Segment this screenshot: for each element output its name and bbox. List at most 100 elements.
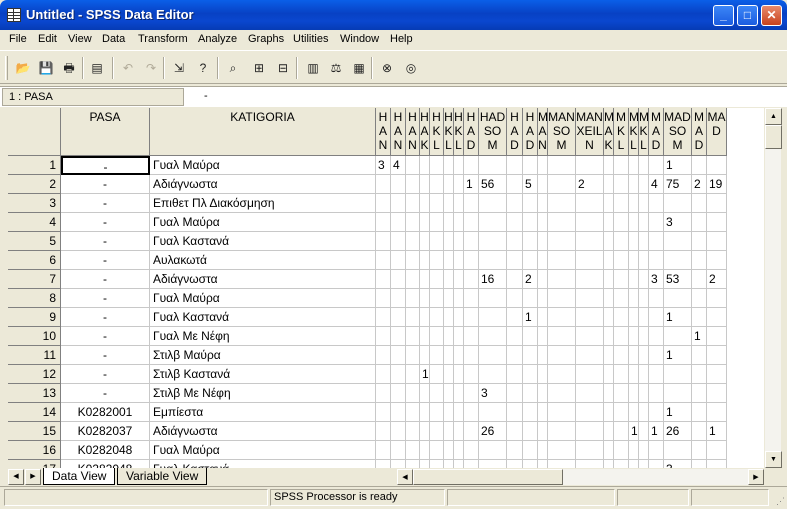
data-cell[interactable] — [614, 156, 629, 175]
data-cell[interactable] — [614, 403, 629, 422]
row-header[interactable]: 15 — [8, 422, 61, 441]
data-cell[interactable] — [538, 327, 548, 346]
data-cell[interactable] — [639, 460, 649, 468]
data-cell[interactable]: Γυαλ Καστανά — [150, 460, 376, 468]
data-cell[interactable] — [444, 403, 454, 422]
data-cell[interactable] — [707, 308, 727, 327]
data-cell[interactable]: K0282001 — [61, 403, 150, 422]
data-cell[interactable] — [406, 346, 420, 365]
data-cell[interactable] — [406, 156, 420, 175]
data-cell[interactable]: 1 — [664, 346, 692, 365]
data-cell[interactable] — [707, 403, 727, 422]
data-cell[interactable] — [707, 251, 727, 270]
data-cell[interactable] — [454, 422, 464, 441]
data-cell[interactable] — [604, 460, 614, 468]
data-cell[interactable] — [391, 327, 406, 346]
data-cell[interactable] — [454, 156, 464, 175]
horizontal-scroll-thumb[interactable] — [413, 469, 563, 485]
data-cell[interactable] — [538, 422, 548, 441]
data-cell[interactable] — [538, 232, 548, 251]
data-cell[interactable] — [391, 213, 406, 232]
data-cell[interactable] — [507, 441, 523, 460]
data-cell[interactable] — [538, 289, 548, 308]
data-cell[interactable] — [523, 365, 538, 384]
data-cell[interactable] — [639, 270, 649, 289]
data-cell[interactable] — [707, 156, 727, 175]
data-cell[interactable] — [576, 403, 604, 422]
data-cell[interactable] — [604, 365, 614, 384]
data-cell[interactable] — [639, 384, 649, 403]
data-cell[interactable]: 1 — [664, 156, 692, 175]
data-cell[interactable] — [614, 308, 629, 327]
data-cell[interactable] — [639, 422, 649, 441]
data-cell[interactable] — [430, 270, 444, 289]
data-cell[interactable]: 1 — [523, 308, 538, 327]
data-cell[interactable] — [454, 384, 464, 403]
data-cell[interactable] — [406, 213, 420, 232]
goto-chart-icon[interactable]: ⇲ — [168, 57, 190, 79]
data-cell[interactable]: - — [61, 270, 150, 289]
data-cell[interactable]: Γυαλ Μαύρα — [150, 289, 376, 308]
data-cell[interactable] — [576, 327, 604, 346]
data-cell[interactable] — [614, 213, 629, 232]
horizontal-scrollbar[interactable]: ◀ ▶ — [397, 469, 764, 485]
data-cell[interactable]: 4 — [391, 156, 406, 175]
data-cell[interactable] — [707, 232, 727, 251]
vertical-scroll-thumb[interactable] — [765, 125, 782, 149]
data-cell[interactable] — [507, 194, 523, 213]
data-cell[interactable] — [454, 308, 464, 327]
data-cell[interactable] — [629, 194, 639, 213]
data-cell[interactable] — [454, 441, 464, 460]
data-cell[interactable] — [376, 270, 391, 289]
data-cell[interactable] — [420, 156, 430, 175]
data-cell[interactable]: 53 — [664, 270, 692, 289]
data-cell[interactable] — [430, 327, 444, 346]
data-cell[interactable] — [507, 403, 523, 422]
data-cell[interactable] — [406, 384, 420, 403]
menu-view[interactable]: View — [68, 32, 92, 47]
data-cell[interactable] — [649, 232, 664, 251]
data-cell[interactable] — [507, 289, 523, 308]
data-cell[interactable] — [391, 365, 406, 384]
data-cell[interactable]: 1 — [707, 422, 727, 441]
data-cell[interactable] — [604, 308, 614, 327]
tab-last-icon[interactable]: ▶ — [25, 469, 41, 485]
data-cell[interactable] — [507, 213, 523, 232]
data-cell[interactable] — [454, 346, 464, 365]
data-cell[interactable] — [604, 289, 614, 308]
scroll-left-icon[interactable]: ◀ — [397, 469, 413, 485]
data-cell[interactable] — [420, 251, 430, 270]
data-cell[interactable] — [692, 460, 707, 468]
column-header[interactable]: MANXEILN — [576, 108, 604, 156]
data-cell[interactable] — [548, 251, 576, 270]
data-cell[interactable] — [639, 346, 649, 365]
data-cell[interactable]: 56 — [479, 175, 507, 194]
data-cell[interactable] — [454, 289, 464, 308]
dialog-recall-icon[interactable]: ▤ — [86, 57, 108, 79]
data-cell[interactable] — [548, 156, 576, 175]
row-header[interactable]: 1 — [8, 156, 61, 175]
data-cell[interactable] — [649, 308, 664, 327]
data-cell[interactable] — [639, 289, 649, 308]
data-cell[interactable] — [406, 175, 420, 194]
data-cell[interactable] — [444, 460, 454, 468]
data-cell[interactable] — [692, 232, 707, 251]
data-cell[interactable] — [420, 403, 430, 422]
data-cell[interactable] — [614, 270, 629, 289]
data-cell[interactable] — [376, 251, 391, 270]
data-cell[interactable] — [548, 289, 576, 308]
data-cell[interactable] — [454, 327, 464, 346]
data-cell[interactable] — [444, 232, 454, 251]
data-cell[interactable] — [479, 194, 507, 213]
data-cell[interactable] — [376, 289, 391, 308]
data-cell[interactable] — [639, 175, 649, 194]
toolbar-grip[interactable] — [5, 56, 8, 80]
data-cell[interactable]: Στιλβ Με Νέφη — [150, 384, 376, 403]
data-cell[interactable] — [649, 327, 664, 346]
data-cell[interactable] — [391, 270, 406, 289]
menu-transform[interactable]: Transform — [138, 32, 188, 47]
data-cell[interactable] — [639, 251, 649, 270]
data-cell[interactable] — [376, 308, 391, 327]
data-cell[interactable] — [576, 365, 604, 384]
data-cell[interactable]: 1 — [664, 403, 692, 422]
